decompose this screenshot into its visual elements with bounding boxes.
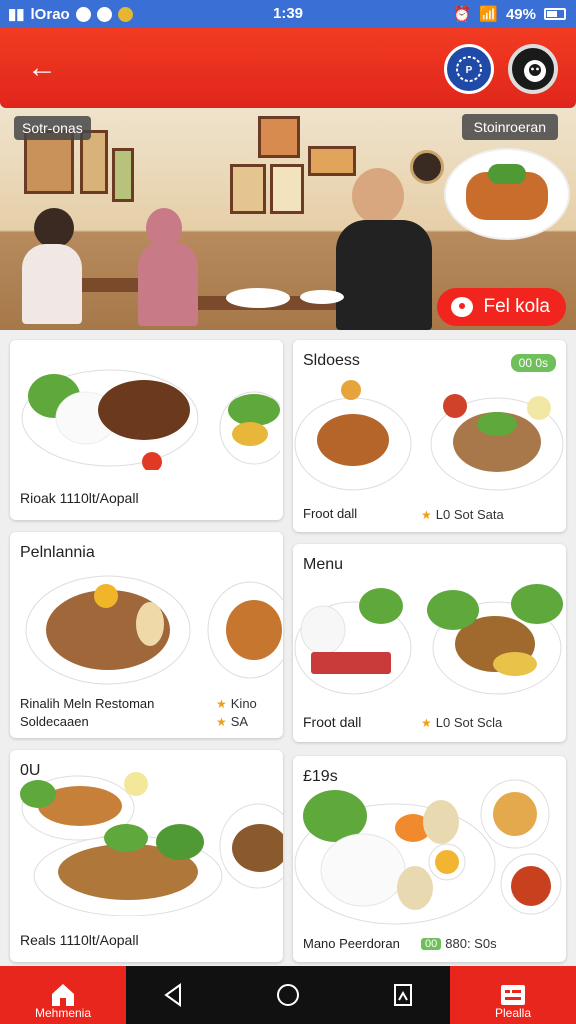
card-title: Pelnlannia <box>20 544 95 561</box>
menu-card[interactable]: Rioak 1110lt/Aopall <box>10 340 283 520</box>
card-badge: 00 0s <box>510 354 556 372</box>
dish-image <box>21 369 280 470</box>
menu-card[interactable]: 0U Reals 1110lt/Aopall <box>10 750 283 962</box>
card-meta-text: SA <box>230 714 249 729</box>
dish-plate <box>226 288 290 308</box>
star-icon: ★ <box>421 715 432 730</box>
wall-frame <box>308 146 356 176</box>
card-caption-2: Soldecaaen <box>20 714 89 729</box>
card-caption: Mano Peerdoran <box>303 936 400 951</box>
menu-card[interactable]: £19s Mano Peerdoran 00 880: S0s <box>293 756 566 962</box>
card-meta-badge: 00 <box>421 937 442 950</box>
svg-text:P: P <box>466 65 473 76</box>
nav-right-label: Plealla <box>494 1006 532 1020</box>
dish-plate <box>300 290 344 304</box>
waiter-person-body <box>336 220 432 330</box>
waiter-person <box>352 168 404 224</box>
cta-label: Fel kola <box>483 296 550 317</box>
wall-frame <box>112 148 134 202</box>
card-meta: 00 880: S0s <box>421 936 497 951</box>
card-caption: Rinalih Meln Restoman <box>20 696 155 711</box>
wall-frame <box>270 164 304 214</box>
nav-home-label: Mehmenia <box>34 1006 92 1020</box>
wall-frame <box>230 164 266 214</box>
wifi-icon: 📶 <box>479 6 498 23</box>
card-caption: Froot dall <box>303 714 362 730</box>
menu-card[interactable]: Menu Froot dall ★ L0 Sot Scla <box>293 544 566 742</box>
card-meta-2: ★ SA <box>216 714 248 729</box>
star-icon: ★ <box>421 507 432 522</box>
alarm-icon: ⏰ <box>452 6 472 23</box>
dish-image <box>294 779 562 925</box>
star-icon: ★ <box>216 714 227 729</box>
dish-image <box>25 575 283 685</box>
hero-label-right: Stoinroeran <box>461 114 558 140</box>
wall-frame <box>258 116 300 158</box>
bottom-navigation: Mehmenia Plealla <box>0 966 576 1024</box>
dish-image <box>294 380 564 491</box>
diner-person-body <box>138 242 198 326</box>
dish-image <box>294 584 563 695</box>
wall-clock-icon <box>410 150 444 184</box>
menu-card[interactable]: Sldoess 00 0s Froot dall ★ L0 Sot Sata <box>293 340 566 532</box>
nav-right-tab[interactable]: Plealla <box>450 966 576 1024</box>
hero-label-left: Sotr-onas <box>14 116 91 140</box>
chat-bubble-icon <box>451 297 474 317</box>
back-arrow-icon[interactable]: ← <box>24 50 60 86</box>
card-meta-text: 880: S0s <box>445 936 497 951</box>
system-recents-icon[interactable] <box>390 982 416 1008</box>
card-meta-text: Kino <box>230 696 257 711</box>
card-title: Menu <box>303 556 344 573</box>
card-meta-text: L0 Sot Scla <box>435 715 503 730</box>
menu-card[interactable]: Pelnlannia Rinalih Meln Restoman Soldeca… <box>10 532 283 738</box>
account-avatar-button[interactable] <box>508 44 558 94</box>
battery-icon <box>544 8 566 20</box>
app-header: ← P <box>0 28 576 108</box>
dish-image <box>20 772 283 916</box>
chat-cta-button[interactable]: Fel kola <box>437 288 566 326</box>
status-bar: ▮▮ lOrao 1:39 ⏰ 📶 49% <box>0 0 576 28</box>
card-caption: Froot dall <box>303 506 358 521</box>
card-meta: ★ Kino <box>216 696 257 711</box>
diner-person-body <box>22 244 82 324</box>
card-caption: Reals 1110lt/Aopall <box>20 932 139 948</box>
profile-badge-button[interactable]: P <box>444 44 494 94</box>
card-meta: ★ L0 Sot Sata <box>421 507 504 522</box>
card-meta: ★ L0 Sot Scla <box>421 715 502 730</box>
nav-home-tab[interactable]: Mehmenia <box>0 966 126 1024</box>
featured-dish-plate <box>444 148 570 240</box>
restaurant-hero-banner: Sotr-onas Stoinroeran Fel kola <box>0 108 576 330</box>
system-home-icon[interactable] <box>275 982 301 1008</box>
card-caption: Rioak 1110lt/Aopall <box>20 490 139 506</box>
card-meta-text: L0 Sot Sata <box>435 507 504 522</box>
diner-person <box>34 208 74 248</box>
battery-percent: 49% <box>505 5 536 23</box>
star-icon: ★ <box>216 696 227 711</box>
avatar-icon <box>524 60 546 82</box>
badge-icon: P <box>456 56 482 82</box>
system-back-icon[interactable] <box>160 982 186 1008</box>
card-title: Sldoess <box>303 352 360 369</box>
